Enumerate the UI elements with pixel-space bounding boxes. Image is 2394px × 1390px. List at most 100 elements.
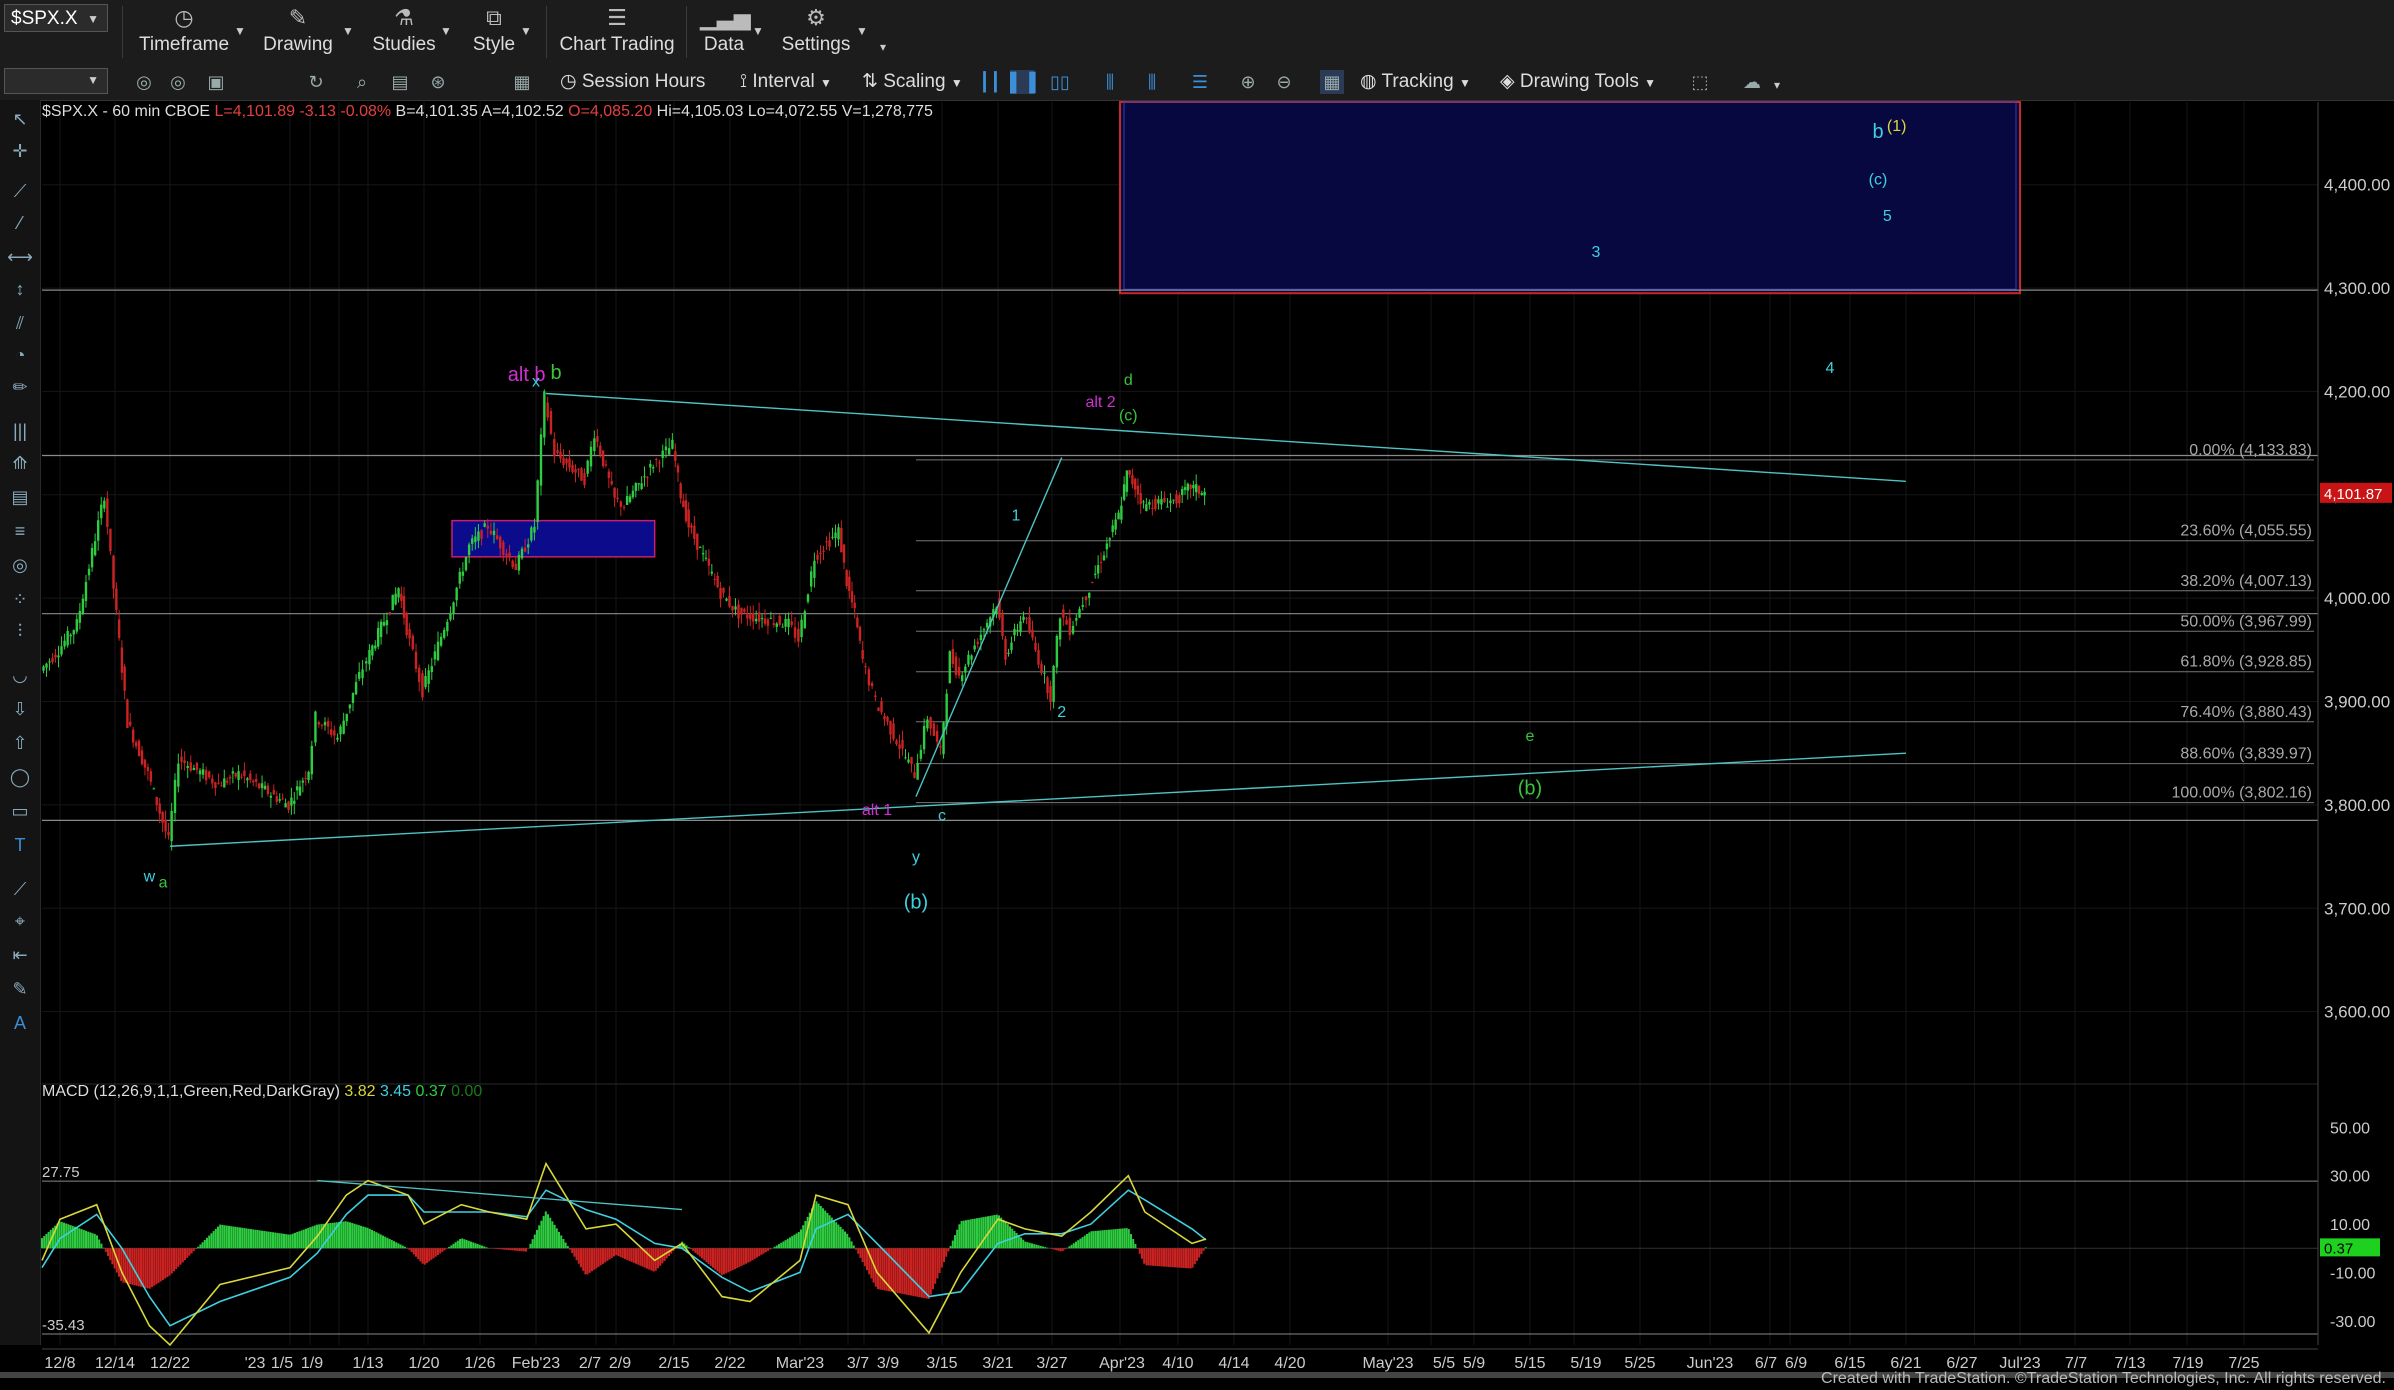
paint-icon[interactable]: ✎	[6, 976, 34, 1002]
price-bar-body	[883, 715, 886, 720]
cycle-icon[interactable]: ◔	[6, 342, 34, 368]
flask-icon: ⚗	[394, 5, 414, 30]
rectangle-icon[interactable]: ▭	[6, 798, 34, 824]
cloud-icon[interactable]: ☁	[1740, 70, 1764, 94]
grid-icon[interactable]: ▦	[1320, 70, 1344, 94]
symbol-selector[interactable]: $SPX.X ▼	[4, 4, 108, 32]
ellipse-icon[interactable]: ◯	[6, 764, 34, 790]
arrow-down-icon[interactable]: ⇩	[6, 696, 34, 722]
arc-icon[interactable]: ◡	[6, 662, 34, 688]
add-chart-icon[interactable]: ⬚	[1688, 70, 1712, 94]
hollow-candle-icon[interactable]: ▯▯	[1048, 70, 1072, 94]
pencil-icon[interactable]: ✏	[6, 374, 34, 400]
trendline-icon[interactable]: ⟋	[6, 178, 34, 204]
drawing-button[interactable]: ✎ Drawing	[258, 2, 338, 62]
crosshair-icon[interactable]: ✛	[6, 138, 34, 164]
ruler-icon[interactable]: ⟋	[6, 876, 34, 902]
price-bar-body	[889, 721, 892, 735]
price-bar-body	[1192, 485, 1195, 489]
arrow-up-icon[interactable]: ⇧	[6, 730, 34, 756]
price-bar-body	[628, 496, 632, 503]
price-bar-body	[439, 636, 443, 646]
data-button[interactable]: ▁▃▅ Data	[700, 2, 751, 62]
ray-icon[interactable]: ⁄	[6, 210, 34, 236]
price-bar-body	[607, 471, 611, 478]
price-bar-body	[1013, 628, 1016, 636]
price-bar-body	[676, 465, 680, 473]
chevron-down-icon[interactable]: ▾	[1774, 78, 1780, 92]
price-bar-body	[408, 629, 411, 639]
measure-icon[interactable]: ⌖	[6, 908, 34, 934]
style-button[interactable]: ⧉ Style	[466, 2, 522, 62]
price-bar-body	[1163, 497, 1166, 503]
gann-icon[interactable]: ⁘	[6, 586, 34, 612]
bar-chart-icon[interactable]: ┃┃	[978, 70, 1002, 94]
time-marker-icon[interactable]: ⇤	[6, 942, 34, 968]
timeframe-button[interactable]: ◷ Timeframe	[136, 2, 232, 62]
session-hours-button[interactable]: ◷ Session Hours	[560, 69, 705, 95]
spiral-icon[interactable]: ◎	[6, 552, 34, 578]
chevron-down-icon[interactable]: ▼	[440, 24, 452, 38]
drawing-tools-button[interactable]: ◈ Drawing Tools ▼	[1500, 69, 1656, 95]
price-bar-body	[96, 520, 100, 541]
chevron-down-icon[interactable]: ▼	[342, 24, 354, 38]
time-axis-label: 3/7	[847, 1355, 869, 1372]
annotation-icon[interactable]: A	[6, 1010, 34, 1036]
price-bar-body	[701, 553, 705, 555]
pointer-icon[interactable]: ↖	[6, 106, 34, 132]
fan-icon[interactable]: ⟰	[6, 450, 34, 476]
price-bar-body	[649, 463, 652, 468]
scaling-button[interactable]: ⇅ Scaling ▼	[862, 69, 963, 95]
chevron-down-icon[interactable]: ▼	[520, 24, 532, 38]
price-bar-body	[117, 619, 121, 638]
link-icon[interactable]: ◎	[132, 70, 156, 94]
price-bar-body	[877, 707, 880, 711]
horizontal-line-icon[interactable]: ⟷	[6, 244, 34, 270]
studies-button[interactable]: ⚗ Studies	[366, 2, 442, 62]
lookup-icon[interactable]: ⊛	[426, 70, 450, 94]
window-icon[interactable]: ▣	[204, 70, 228, 94]
price-bar-body	[376, 627, 380, 647]
save-icon[interactable]: ▤	[388, 70, 412, 94]
last-price-label: 4,101.87	[2324, 486, 2382, 503]
chart-trading-button[interactable]: ☰ Chart Trading	[558, 2, 676, 62]
chevron-down-icon[interactable]: ▼	[234, 24, 246, 38]
interval-button[interactable]: ⟟ Interval ▼	[740, 69, 832, 95]
price-bar-body	[1081, 604, 1084, 607]
speed-lines-icon[interactable]: ⫶	[6, 618, 34, 644]
wave-label: 2	[1057, 704, 1066, 721]
chevron-down-icon[interactable]: ▼	[856, 24, 868, 38]
workspace-selector[interactable]: ▼	[4, 68, 108, 94]
image-icon[interactable]: ▦	[510, 70, 534, 94]
price-bar-body	[115, 588, 118, 611]
refresh-icon[interactable]: ↻	[304, 70, 328, 94]
zoom-in-icon[interactable]: ⊕	[1236, 70, 1260, 94]
price-axis-label: 3,900.00	[2324, 693, 2390, 712]
wave-label: alt 1	[862, 802, 892, 819]
macd-axis-label: 30.00	[2330, 1169, 2370, 1186]
fib-retrace-icon[interactable]: ≡	[6, 518, 34, 544]
price-bar-body	[895, 740, 898, 745]
settings-button[interactable]: ⚙ Settings	[780, 2, 852, 62]
link-icon[interactable]: ◎	[166, 70, 190, 94]
price-bar-body	[583, 473, 586, 486]
price-bar-body	[298, 786, 302, 796]
search-icon[interactable]: ⌕	[350, 70, 374, 94]
channel-icon[interactable]: ⫽	[6, 310, 34, 336]
price-bar-body	[60, 646, 63, 655]
price-bar-body	[109, 528, 112, 552]
header-field: V=1,278,775	[837, 103, 933, 120]
candle-icon[interactable]: ▌▐	[1010, 70, 1036, 94]
zoom-bars-icon[interactable]: ⫼	[1098, 70, 1122, 94]
zoom-bars-icon[interactable]: ⫼	[1140, 70, 1164, 94]
chevron-down-icon[interactable]: ▼	[752, 24, 764, 38]
vertical-line-icon[interactable]: ↕	[6, 276, 34, 302]
zoom-out-icon[interactable]: ⊖	[1272, 70, 1296, 94]
layout-icon[interactable]: ☰	[1188, 70, 1212, 94]
price-bar-body	[123, 666, 126, 691]
fibonacci-icon[interactable]: ▤	[6, 484, 34, 510]
text-icon[interactable]: T	[6, 832, 34, 858]
chevron-down-icon[interactable]: ▾	[880, 40, 886, 54]
tracking-button[interactable]: ◍ Tracking ▼	[1360, 69, 1471, 95]
bars-icon[interactable]: |||	[6, 418, 34, 444]
